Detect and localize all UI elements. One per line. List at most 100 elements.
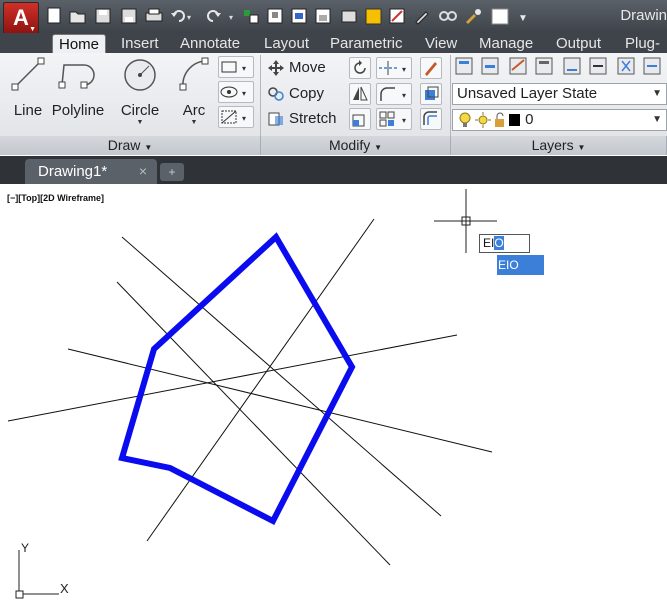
application-menu-button[interactable]: A ▼ bbox=[3, 2, 39, 34]
chevron-down-icon: ▼ bbox=[652, 114, 662, 125]
layer-dropdown[interactable]: 0 ▼ bbox=[452, 109, 667, 131]
svg-text:▾: ▾ bbox=[242, 64, 246, 73]
boundary-button[interactable]: ▾ bbox=[218, 106, 254, 128]
layer-isolate-icon bbox=[509, 57, 527, 75]
move-label: Move bbox=[289, 59, 326, 76]
mirror-icon bbox=[353, 86, 368, 101]
explode-button[interactable] bbox=[420, 83, 442, 105]
layer-state-dropdown[interactable]: Unsaved Layer State ▼ bbox=[452, 83, 667, 105]
polyline-tool-button[interactable]: Polyline bbox=[49, 55, 107, 119]
trim-button[interactable]: ▾ bbox=[376, 57, 412, 79]
array-button[interactable]: ▾ bbox=[376, 108, 412, 130]
rectangle-button[interactable]: ▾ bbox=[218, 56, 254, 78]
construction-line[interactable] bbox=[7, 334, 458, 422]
stretch-icon bbox=[268, 112, 283, 126]
copy-label: Copy bbox=[289, 85, 325, 102]
tab-manage[interactable]: Manage bbox=[473, 34, 539, 53]
tab-plugins[interactable]: Plug-i bbox=[619, 34, 667, 71]
close-icon[interactable]: × bbox=[139, 159, 147, 184]
hatch-icon: ▾ bbox=[221, 110, 246, 124]
svg-text:▾: ▾ bbox=[229, 13, 233, 22]
circle-tool-button[interactable]: Circle ▼ bbox=[118, 55, 162, 126]
drawing-tab-label: Drawing1* bbox=[38, 163, 108, 180]
ribbon-tabs: Home Insert Annotate Layout Parametric V… bbox=[0, 33, 667, 71]
svg-text:▾: ▾ bbox=[402, 65, 406, 74]
chevron-down-icon[interactable]: ▼ bbox=[174, 119, 214, 126]
construction-line[interactable] bbox=[121, 236, 442, 517]
svg-text:▾: ▾ bbox=[187, 13, 191, 22]
new-icon bbox=[47, 7, 61, 24]
array-icon: ▾ bbox=[379, 111, 406, 127]
construction-line[interactable] bbox=[116, 281, 391, 566]
stretch-button[interactable]: Stretch bbox=[267, 108, 337, 130]
drawing-canvas[interactable]: [−][Top][2D Wireframe] EIO EIO Y X bbox=[0, 184, 667, 600]
construction-line[interactable] bbox=[146, 218, 375, 542]
move-icon bbox=[268, 60, 284, 77]
drawing-tab[interactable]: Drawing1* × bbox=[25, 159, 157, 184]
suggestion-icon-slot bbox=[480, 255, 497, 275]
move-button[interactable]: Move bbox=[267, 57, 326, 79]
layer-status-icons bbox=[459, 112, 520, 129]
rotate-button[interactable] bbox=[349, 57, 371, 79]
svg-text:▾: ▾ bbox=[242, 114, 246, 123]
offset-button[interactable] bbox=[420, 108, 442, 130]
model-space[interactable] bbox=[0, 184, 667, 600]
blue-polyline[interactable] bbox=[118, 232, 356, 526]
svg-text:▾: ▾ bbox=[402, 91, 406, 100]
dynamic-input-field[interactable]: EIO bbox=[479, 234, 530, 253]
copy-button[interactable]: Copy bbox=[267, 83, 324, 105]
fillet-icon: ▾ bbox=[380, 87, 406, 101]
line-tool-button[interactable]: Line bbox=[8, 55, 48, 119]
link-icon bbox=[439, 11, 457, 21]
chevron-down-icon: ▼ bbox=[374, 143, 383, 152]
stretch-label: Stretch bbox=[289, 110, 337, 127]
circle-icon bbox=[124, 59, 156, 91]
command-autocomplete-list[interactable]: EIO bbox=[480, 255, 544, 275]
chevron-down-icon[interactable]: ▼ bbox=[118, 119, 162, 126]
ribbon: Line Polyline Circle ▼ Arc ▼ ▾ ▾ ▾ Move … bbox=[0, 53, 667, 155]
circle-label: Circle bbox=[120, 102, 160, 119]
erase-button[interactable] bbox=[420, 57, 442, 79]
construction-line[interactable] bbox=[67, 348, 493, 453]
scale-icon bbox=[352, 114, 365, 127]
typed-selection: O bbox=[494, 236, 504, 250]
tab-layout[interactable]: Layout bbox=[258, 34, 315, 53]
layer-match-icon bbox=[563, 57, 581, 75]
arc-tool-button[interactable]: Arc ▼ bbox=[174, 55, 214, 126]
layer-color-swatch bbox=[509, 114, 520, 127]
trim-icon: ▾ bbox=[379, 61, 406, 75]
saveas-icon bbox=[121, 8, 137, 24]
match-prop-icon bbox=[389, 8, 405, 24]
tab-output[interactable]: Output bbox=[550, 34, 607, 53]
tab-parametric[interactable]: Parametric bbox=[324, 34, 409, 53]
tab-insert[interactable]: Insert bbox=[115, 34, 165, 53]
rotate-icon bbox=[354, 60, 366, 74]
mirror-button[interactable] bbox=[349, 83, 371, 105]
save-icon bbox=[95, 8, 111, 24]
print-icon bbox=[145, 8, 163, 22]
line-icon bbox=[11, 57, 45, 91]
new-tab-button[interactable]: + bbox=[160, 163, 184, 181]
ucs-y-label: Y bbox=[21, 541, 30, 555]
publish-icon bbox=[291, 8, 307, 24]
title-bar: A ▼ ▾ ▾ ▼ Drawin bbox=[0, 0, 667, 34]
explode-icon bbox=[425, 86, 439, 100]
layer-tools-row bbox=[455, 57, 661, 75]
layers-panel-title[interactable]: Layers ▼ bbox=[451, 136, 667, 155]
fillet-button[interactable]: ▾ bbox=[376, 83, 412, 105]
draw-panel-title[interactable]: Draw ▼ bbox=[0, 136, 261, 155]
viewport-controls[interactable]: [−][Top][2D Wireframe] bbox=[7, 193, 104, 203]
autocad-logo-icon: A bbox=[13, 5, 29, 30]
offset-icon bbox=[423, 111, 437, 125]
modify-panel-title[interactable]: Modify ▼ bbox=[261, 136, 451, 155]
polyline-icon bbox=[58, 64, 95, 89]
autocomplete-item[interactable]: EIO bbox=[498, 258, 519, 272]
tab-home[interactable]: Home bbox=[52, 34, 107, 53]
svg-text:▾: ▾ bbox=[402, 116, 406, 125]
tab-annotate[interactable]: Annotate bbox=[174, 34, 246, 53]
hatch-button[interactable]: ▾ bbox=[218, 81, 254, 103]
pencil-icon bbox=[415, 11, 429, 25]
brush-icon bbox=[425, 62, 437, 76]
scale-button[interactable] bbox=[349, 108, 371, 130]
tab-view[interactable]: View bbox=[419, 34, 463, 53]
